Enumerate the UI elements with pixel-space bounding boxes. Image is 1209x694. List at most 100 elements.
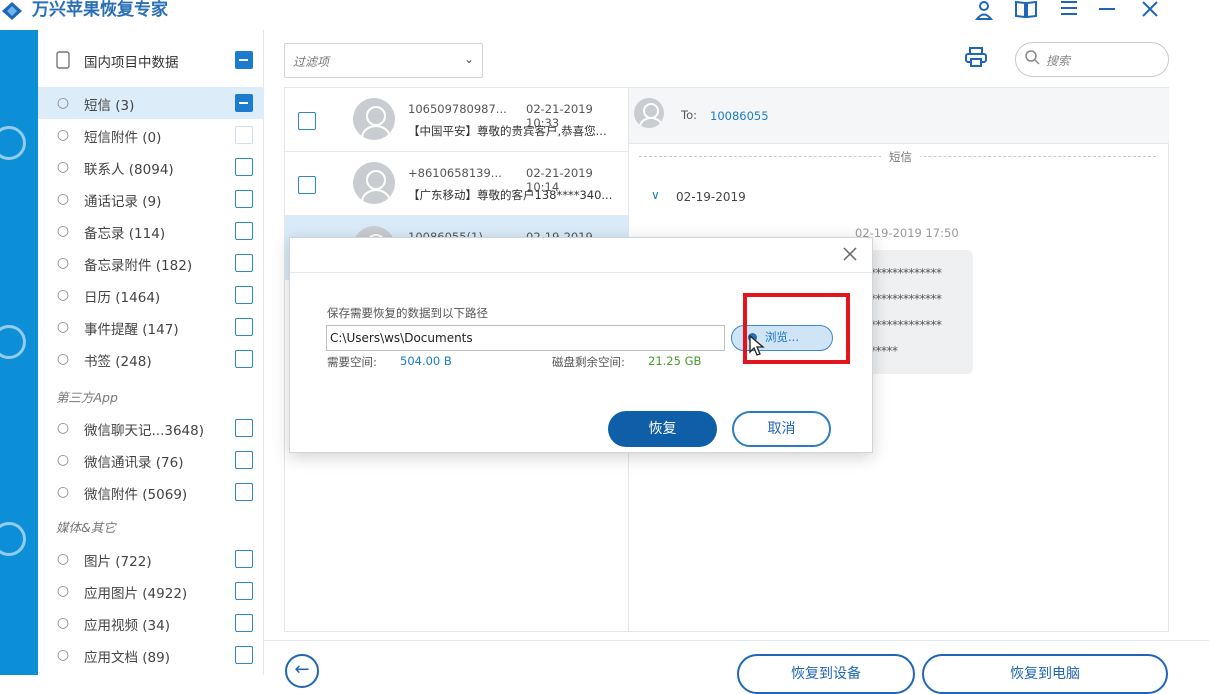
- book-icon[interactable]: [1015, 0, 1037, 22]
- paperclip-icon: ○: [56, 127, 70, 143]
- close-icon[interactable]: [840, 244, 860, 266]
- sidebar-item-label: 备忘录 (114): [84, 226, 166, 242]
- mode-rail: [0, 30, 38, 675]
- restore-to-computer-button[interactable]: 恢复到电脑: [922, 654, 1168, 694]
- message-sender: +8610658139...: [408, 166, 502, 180]
- sidebar-item[interactable]: ○ 备忘录 (114): [38, 215, 264, 247]
- sidebar-item-checkbox[interactable]: [235, 350, 253, 368]
- sidebar-item-checkbox[interactable]: [235, 190, 253, 208]
- message-sender: 106509780987...: [408, 102, 507, 116]
- sidebar-item-label: 备忘录附件 (182): [84, 258, 193, 274]
- filter-label: 过滤项: [293, 55, 330, 69]
- sidebar-item-checkbox[interactable]: [235, 94, 253, 112]
- close-icon[interactable]: [1139, 0, 1161, 22]
- back-arrow-icon[interactable]: ←: [285, 654, 319, 688]
- sidebar-item[interactable]: ○ 微信聊天记...3648): [38, 412, 264, 444]
- sidebar-item-checkbox[interactable]: [235, 318, 253, 336]
- bottom-bar: ← 恢复到设备 恢复到电脑: [264, 640, 1209, 694]
- avatar: [353, 162, 395, 204]
- chevron-down-icon[interactable]: ∨: [651, 188, 660, 202]
- sidebar-item[interactable]: ○ 短信 (3): [38, 87, 264, 119]
- sidebar-item-checkbox[interactable]: [235, 222, 253, 240]
- sidebar-item[interactable]: ○ 应用文档 (89): [38, 639, 264, 671]
- sidebar-item-label: 短信 (3): [84, 98, 135, 114]
- sidebar-item[interactable]: ○ 备忘录附件 (182): [38, 247, 264, 279]
- clock-icon: ○: [56, 191, 70, 207]
- sidebar-item-label: 应用视频 (34): [84, 618, 171, 634]
- sidebar-item-checkbox[interactable]: [235, 614, 253, 632]
- icloud-recover-icon[interactable]: [0, 522, 26, 556]
- detail-header: To: 10086055: [629, 88, 1169, 144]
- bubble-line: *************: [870, 318, 942, 332]
- sidebar-item[interactable]: ○ 书签 (248): [38, 343, 264, 375]
- sidebar-item-label: 应用图片 (4922): [84, 586, 188, 602]
- category-sidebar: 国内项目中数据 ○ 短信 (3) ○ 短信附件 (0) ○ 联系人 (8094) ○ 通话记录…: [38, 30, 264, 675]
- required-space-label: 需要空间:: [327, 355, 377, 369]
- document-icon: ○: [56, 647, 70, 663]
- sidebar-item-checkbox[interactable]: [235, 646, 253, 664]
- sidebar-item-checkbox[interactable]: [235, 254, 253, 272]
- sidebar-item[interactable]: ○ 短信附件 (0): [38, 119, 264, 151]
- sidebar-item[interactable]: ○ 联系人 (8094): [38, 151, 264, 183]
- sidebar-item-checkbox[interactable]: [235, 550, 253, 568]
- app-title: 万兴苹果恢复专家: [32, 0, 168, 20]
- cancel-button[interactable]: 取消: [732, 411, 831, 447]
- sidebar-item-checkbox[interactable]: [235, 419, 253, 437]
- chat-icon: ○: [56, 95, 70, 111]
- save-path-prompt: 保存需要恢复的数据到以下路径: [327, 306, 488, 320]
- message-checkbox[interactable]: [298, 112, 316, 130]
- itunes-recover-icon[interactable]: [0, 325, 26, 359]
- required-space-value: 504.00 B: [400, 354, 452, 368]
- avatar: [634, 98, 664, 128]
- sidebar-header-label: 国内项目中数据: [84, 55, 179, 71]
- paperclip-icon: ○: [56, 484, 70, 500]
- to-label: To:: [681, 108, 697, 122]
- print-icon[interactable]: [964, 47, 988, 71]
- conversation-date: 02-19-2019: [676, 190, 746, 204]
- search-box[interactable]: 搜索: [1015, 42, 1169, 77]
- to-value: 10086055: [710, 109, 769, 123]
- device-recover-icon[interactable]: [0, 126, 26, 160]
- chat-icon: ○: [56, 420, 70, 436]
- restore-to-device-button[interactable]: 恢复到设备: [737, 654, 915, 694]
- sidebar-header-checkbox[interactable]: [235, 51, 253, 69]
- compass-icon: ○: [56, 351, 70, 367]
- contact-icon: ○: [56, 159, 70, 175]
- title-bar: 万兴苹果恢复专家: [0, 0, 1209, 24]
- highlight-box: [743, 293, 850, 364]
- calendar-icon: ○: [56, 287, 70, 303]
- sidebar-header[interactable]: 国内项目中数据: [38, 44, 264, 76]
- recover-button[interactable]: 恢复: [608, 411, 717, 447]
- sidebar-item[interactable]: ○ 微信通讯录 (76): [38, 444, 264, 476]
- sidebar-item-label: 通话记录 (9): [84, 194, 162, 210]
- message-checkbox[interactable]: [298, 176, 316, 194]
- sidebar-item-checkbox[interactable]: [235, 286, 253, 304]
- filter-dropdown[interactable]: 过滤项 ⌄: [284, 43, 483, 78]
- sidebar-item[interactable]: ○ 通话记录 (9): [38, 183, 264, 215]
- minimize-icon[interactable]: [1096, 0, 1118, 22]
- sidebar-item-checkbox[interactable]: [235, 158, 253, 176]
- sidebar-item-label: 书签 (248): [84, 354, 152, 370]
- message-row[interactable]: +8610658139... 02-21-2019 10:14 【广东移动】尊敬…: [285, 152, 628, 216]
- sidebar-item[interactable]: ○ 微信附件 (5069): [38, 476, 264, 508]
- sidebar-item[interactable]: ○ 应用图片 (4922): [38, 575, 264, 607]
- third-party-section-label: 第三方App: [56, 390, 118, 405]
- sidebar-item[interactable]: ○ 应用视频 (34): [38, 607, 264, 639]
- paperclip-icon: ○: [56, 255, 70, 271]
- message-row[interactable]: 106509780987... 02-21-2019 10:33 【中国平安】尊…: [285, 88, 628, 152]
- note-icon: ○: [56, 223, 70, 239]
- sidebar-item-checkbox[interactable]: [235, 483, 253, 501]
- sidebar-item-checkbox[interactable]: [235, 451, 253, 469]
- user-icon[interactable]: [973, 0, 995, 22]
- avatar: [353, 98, 395, 140]
- sidebar-item-checkbox[interactable]: [235, 126, 253, 144]
- sidebar-item-label: 图片 (722): [84, 554, 152, 570]
- menu-icon[interactable]: [1058, 0, 1080, 22]
- sidebar-item-checkbox[interactable]: [235, 582, 253, 600]
- sidebar-item[interactable]: ○ 事件提醒 (147): [38, 311, 264, 343]
- sidebar-item-label: 微信通讯录 (76): [84, 455, 184, 471]
- sidebar-item[interactable]: ○ 日历 (1464): [38, 279, 264, 311]
- save-path-input[interactable]: [326, 325, 725, 351]
- sidebar-item[interactable]: ○ 图片 (722): [38, 543, 264, 575]
- free-space-label: 磁盘剩余空间:: [552, 355, 625, 369]
